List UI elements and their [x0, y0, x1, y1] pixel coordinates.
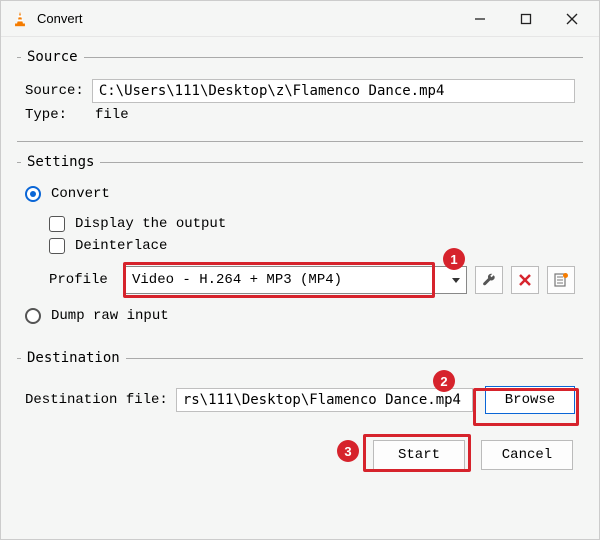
- destination-file-label: Destination file:: [25, 392, 168, 408]
- checkbox-icon: [49, 238, 65, 254]
- destination-legend: Destination: [21, 350, 126, 366]
- source-label: Source:: [25, 83, 84, 99]
- source-legend: Source: [21, 49, 84, 65]
- titlebar: Convert: [1, 1, 599, 37]
- wrench-icon: [481, 272, 497, 288]
- type-label: Type:: [25, 107, 85, 123]
- minimize-button[interactable]: [457, 3, 503, 35]
- delete-profile-button[interactable]: [511, 266, 539, 294]
- list-icon: [553, 272, 569, 288]
- start-button[interactable]: Start: [373, 440, 465, 470]
- type-value: file: [93, 107, 575, 123]
- browse-label: Browse: [505, 392, 555, 408]
- destination-group: Destination Destination file: rs\111\Des…: [17, 350, 583, 428]
- display-output-checkbox[interactable]: Display the output: [25, 216, 575, 232]
- delete-icon: [517, 272, 533, 288]
- dump-raw-radio[interactable]: Dump raw input: [25, 308, 575, 324]
- edit-profile-button[interactable]: [475, 266, 503, 294]
- start-label: Start: [398, 447, 440, 463]
- new-profile-button[interactable]: [547, 266, 575, 294]
- annotation-badge-3: 3: [337, 440, 359, 462]
- destination-file-input[interactable]: rs\111\Desktop\Flamenco Dance.mp4: [176, 388, 473, 412]
- vlc-cone-icon: [11, 10, 29, 28]
- convert-window: Convert Source Source: C:\Users\111\Desk…: [0, 0, 600, 540]
- convert-radio-label: Convert: [51, 186, 110, 202]
- deinterlace-label: Deinterlace: [75, 238, 167, 254]
- cancel-label: Cancel: [502, 447, 552, 463]
- window-title: Convert: [37, 11, 457, 26]
- profile-value: Video - H.264 + MP3 (MP4): [132, 272, 342, 288]
- deinterlace-checkbox[interactable]: Deinterlace: [25, 238, 575, 254]
- convert-radio[interactable]: Convert: [25, 186, 575, 202]
- profile-row: Profile Video - H.264 + MP3 (MP4): [25, 266, 575, 294]
- source-path-input[interactable]: C:\Users\111\Desktop\z\Flamenco Dance.mp…: [92, 79, 575, 103]
- content-area: Source Source: C:\Users\111\Desktop\z\Fl…: [1, 37, 599, 539]
- settings-group: Settings Convert Display the output Dein…: [17, 154, 583, 338]
- window-controls: [457, 3, 595, 35]
- profile-label: Profile: [49, 272, 125, 288]
- source-group: Source Source: C:\Users\111\Desktop\z\Fl…: [17, 49, 583, 142]
- browse-button[interactable]: Browse: [485, 386, 575, 414]
- chevron-down-icon: [452, 278, 460, 283]
- radio-icon: [25, 186, 41, 202]
- cancel-button[interactable]: Cancel: [481, 440, 573, 470]
- close-button[interactable]: [549, 3, 595, 35]
- checkbox-icon: [49, 216, 65, 232]
- dialog-actions: Start Cancel 3: [17, 434, 583, 470]
- settings-legend: Settings: [21, 154, 100, 170]
- profile-combobox[interactable]: Video - H.264 + MP3 (MP4): [125, 266, 467, 294]
- maximize-button[interactable]: [503, 3, 549, 35]
- radio-icon: [25, 308, 41, 324]
- display-output-label: Display the output: [75, 216, 226, 232]
- dump-raw-label: Dump raw input: [51, 308, 169, 324]
